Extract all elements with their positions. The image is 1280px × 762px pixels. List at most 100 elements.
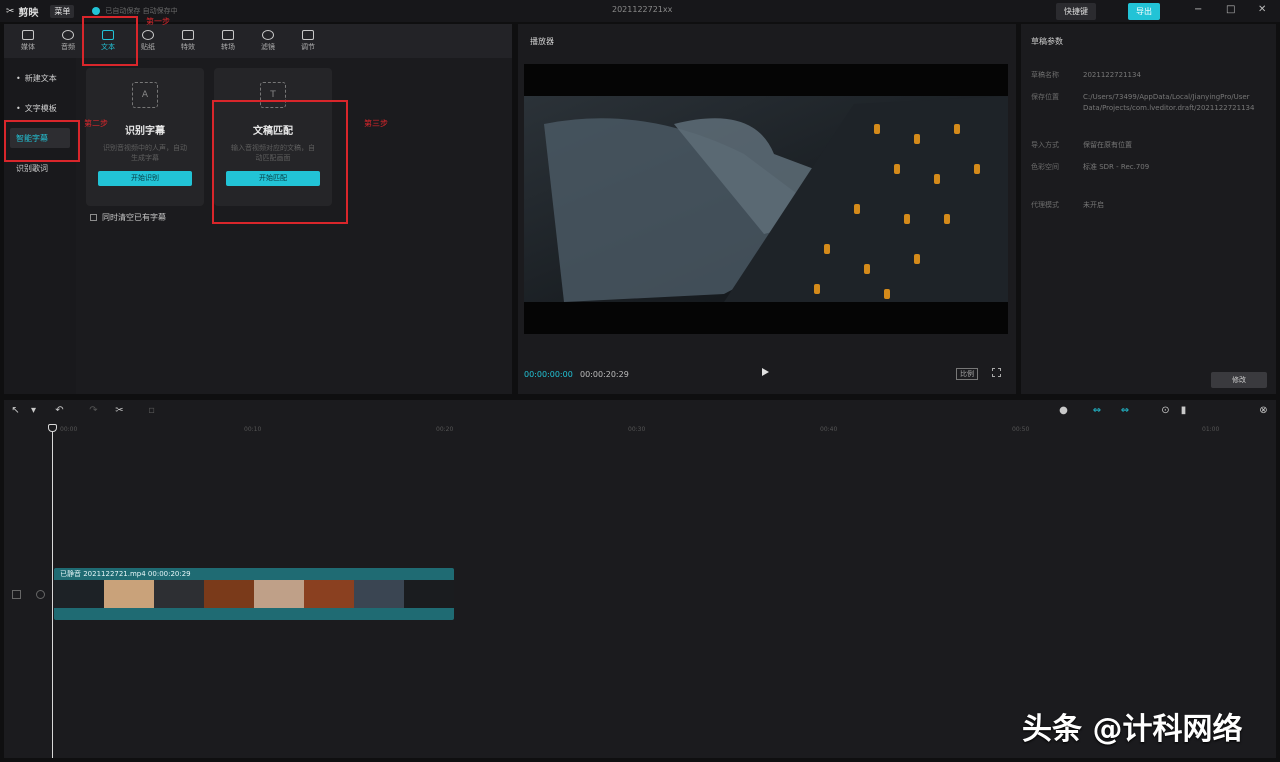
tab-adjust[interactable]: 调节: [288, 24, 328, 58]
tab-label: 特效: [181, 43, 195, 51]
track-lock-icon[interactable]: [12, 590, 21, 599]
track-visibility-icon[interactable]: [36, 590, 45, 599]
play-icon[interactable]: [762, 368, 769, 376]
fullscreen-icon[interactable]: [992, 368, 1001, 377]
tab-effects[interactable]: 特效: [168, 24, 208, 58]
ruler-tick: 00:40: [820, 426, 838, 433]
ruler-tick: 00:50: [1012, 426, 1030, 433]
timeline-ruler[interactable]: 00:00 00:10 00:20 00:30 00:40 00:50 01:0…: [4, 422, 1276, 434]
ratio-button[interactable]: 比例: [956, 368, 978, 380]
tab-transition[interactable]: 转场: [208, 24, 248, 58]
thumbnail: [354, 580, 404, 608]
playhead[interactable]: [52, 424, 53, 758]
draft-params-panel: 草稿参数 草稿名称 2021122721134 保存位置 C:/Users/7349…: [1021, 24, 1276, 394]
sidebar-item-label: 识别歌词: [16, 163, 48, 173]
tab-label: 转场: [221, 43, 235, 51]
tab-filter[interactable]: 滤镜: [248, 24, 288, 58]
watermark: 头条 @计科网络: [1022, 712, 1243, 747]
thumbnail: [204, 580, 254, 608]
logo-icon: ✂: [6, 5, 15, 17]
delete-icon[interactable]: ▫: [146, 405, 157, 416]
select-tool-icon[interactable]: ↖: [10, 405, 21, 416]
thumbnail: [154, 580, 204, 608]
clip-thumbnails: [54, 580, 454, 608]
row-value: C:/Users/73499/AppData/Local/JianyingPro…: [1083, 93, 1255, 112]
chevron-down-icon[interactable]: ▾: [28, 405, 39, 416]
ruler-tick: 00:00: [60, 426, 78, 433]
row-key: 色彩空间: [1031, 163, 1059, 171]
video-clip[interactable]: 已静音 2021122721.mp4 00:00:20:29: [54, 568, 454, 620]
row-value: 未开启: [1083, 201, 1104, 209]
recognize-subtitle-card: A 识别字幕 识别音视频中的人声，自动生成字幕 开始识别: [86, 68, 204, 206]
row-value: 标准 SDR - Rec.709: [1083, 163, 1150, 171]
audio-icon: [62, 30, 74, 40]
tab-label: 调节: [301, 43, 315, 51]
thumbnail: [254, 580, 304, 608]
thumbnail: [404, 580, 454, 608]
card-title: 识别字幕: [125, 126, 165, 137]
option-label: 同时清空已有字幕: [102, 213, 166, 222]
split-icon[interactable]: ✂: [114, 405, 125, 416]
ruler-tick: 01:00: [1202, 426, 1220, 433]
thumbnail: [304, 580, 354, 608]
adjust-icon: [302, 30, 314, 40]
title-bar: ✂ 剪映 菜单 已自动保存 自动保存中 2021122721xx 快捷键 导出 …: [0, 0, 1280, 22]
media-icon: [22, 30, 34, 40]
row-key: 导入方式: [1031, 141, 1059, 149]
annotation-step-2: 第二步: [84, 119, 108, 128]
tab-label: 音频: [61, 43, 75, 51]
current-time: 00:00:00:00: [524, 370, 573, 379]
bullet-icon: •: [16, 103, 21, 113]
tab-label: 媒体: [21, 43, 35, 51]
maximize-button[interactable]: □: [1226, 4, 1235, 15]
autosave-dot-icon: [92, 7, 101, 15]
ruler-tick: 00:10: [244, 426, 262, 433]
zoom-out-icon[interactable]: ⊙: [1160, 405, 1171, 416]
draft-title: 草稿参数: [1031, 37, 1063, 46]
tab-label: 贴纸: [141, 43, 155, 51]
shortcut-button[interactable]: 快捷键: [1056, 3, 1096, 20]
sidebar-item-text-template[interactable]: • 文字模板: [10, 98, 70, 118]
export-button[interactable]: 导出: [1128, 3, 1160, 20]
annotation-box-script-match: [212, 100, 348, 224]
microphone-icon[interactable]: ●: [1058, 405, 1069, 416]
modify-button[interactable]: 修改: [1211, 372, 1267, 388]
player-title: 播放器: [530, 37, 554, 46]
undo-icon[interactable]: ↶: [54, 405, 65, 416]
row-key: 代理模式: [1031, 201, 1059, 209]
main-track-magnet-icon[interactable]: ⇔: [1088, 405, 1106, 416]
start-recognize-button[interactable]: 开始识别: [98, 171, 192, 186]
link-icon[interactable]: ⇔: [1116, 405, 1134, 416]
clear-existing-subtitles-option[interactable]: 同时清空已有字幕: [90, 212, 166, 223]
subtitle-recognize-icon: A: [132, 82, 158, 108]
app-name: 剪映: [18, 7, 39, 19]
sidebar-item-new-text[interactable]: • 新建文本: [10, 68, 70, 88]
minimize-button[interactable]: −: [1194, 4, 1202, 15]
text-sidebar: • 新建文本 • 文字模板 智能字幕 识别歌词: [4, 58, 76, 394]
sidebar-item-label: 新建文本: [24, 73, 57, 83]
thumbnail: [104, 580, 154, 608]
video-frame: [524, 96, 1008, 303]
bullet-icon: •: [16, 73, 21, 83]
card-description: 识别音视频中的人声，自动生成字幕: [103, 144, 187, 162]
sticker-icon: [142, 30, 154, 40]
settings-icon[interactable]: ⊗: [1258, 405, 1269, 416]
app-logo: ✂ 剪映: [6, 4, 38, 19]
menu-button[interactable]: 菜单: [50, 4, 75, 18]
autosave-text: 已自动保存 自动保存中: [105, 7, 178, 15]
close-button[interactable]: ✕: [1258, 4, 1266, 15]
checkbox[interactable]: [90, 214, 97, 221]
tab-media[interactable]: 媒体: [8, 24, 48, 58]
effects-icon: [182, 30, 194, 40]
transition-icon: [222, 30, 234, 40]
sidebar-item-label: 文字模板: [24, 103, 57, 113]
ruler-tick: 00:30: [628, 426, 646, 433]
row-key: 草稿名称: [1031, 71, 1059, 79]
ruler-tick: 00:20: [436, 426, 454, 433]
zoom-slider-icon[interactable]: ▮: [1178, 405, 1189, 416]
document-title: 2021122721xx: [612, 5, 673, 14]
filter-icon: [262, 30, 274, 40]
playhead-handle[interactable]: [48, 424, 57, 432]
redo-icon[interactable]: ↷: [88, 405, 99, 416]
video-preview[interactable]: [524, 64, 1008, 334]
